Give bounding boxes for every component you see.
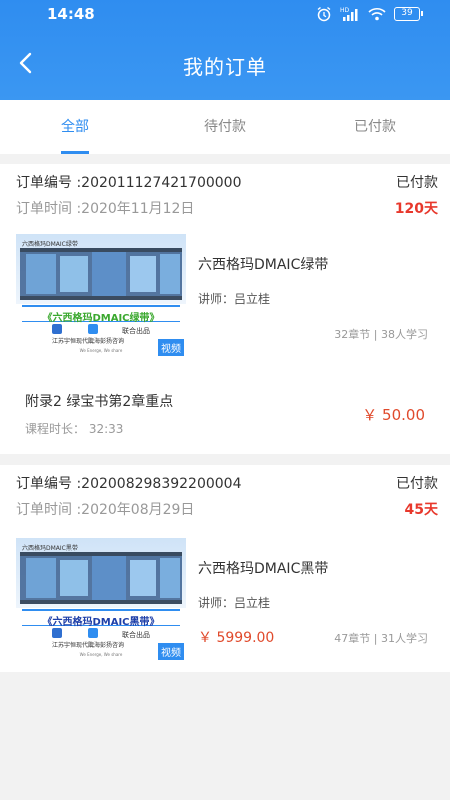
- order-days: 120天: [394, 201, 438, 217]
- thumbnail-logo-2: 上海彭扬咨询: [88, 642, 125, 649]
- status-bar: 14:48 HD 39: [0, 0, 450, 30]
- signal-icon: HD: [340, 6, 360, 22]
- status-icons: HD 39: [316, 6, 423, 22]
- tab-all[interactable]: 全部: [0, 100, 150, 154]
- course-thumbnail[interactable]: 六西格玛DMAIC黑带 《六西格玛DMAIC黑带》 江苏宇恒现代院 上海彭扬咨询…: [16, 538, 186, 662]
- thumbnail-brand: 《六西格玛DMAIC黑带》: [42, 617, 160, 628]
- order-number: 订单编号 :202011127421700000: [16, 175, 242, 191]
- alarm-icon: [316, 6, 332, 22]
- tab-pending-payment[interactable]: 待付款: [150, 100, 300, 154]
- lecturer: 讲师：吕立桂: [198, 292, 271, 306]
- order-days: 45天: [404, 502, 438, 518]
- order-status: 已付款: [396, 175, 438, 191]
- network-label: HD: [340, 7, 350, 14]
- order-status: 已付款: [396, 476, 438, 492]
- order-card[interactable]: 订单编号 :202008298392200004 已付款 订单时间 :2020年…: [0, 465, 450, 672]
- course-stats: 32章节 | 38人学习: [334, 328, 428, 341]
- battery-icon: 39: [394, 7, 423, 21]
- thumbnail-logo-2: 上海彭扬咨询: [88, 338, 125, 345]
- chapter-duration: 课程时长： 32:33: [25, 422, 124, 436]
- status-time: 14:48: [47, 5, 95, 23]
- order-number: 订单编号 :202008298392200004: [16, 476, 242, 492]
- order-time: 订单时间 :2020年08月29日: [16, 502, 195, 518]
- course-name[interactable]: 六西格玛DMAIC绿带: [198, 254, 328, 274]
- course-stats: 47章节 | 31人学习: [334, 632, 428, 645]
- video-badge: 视频: [158, 339, 184, 356]
- order-card[interactable]: 订单编号 :202011127421700000 已付款 订单时间 :2020年…: [0, 164, 450, 454]
- app-header: 14:48 HD 39 我的订单: [0, 0, 450, 100]
- course-price: ￥ 5999.00: [198, 630, 275, 646]
- chapter-price: ￥ 50.00: [362, 406, 425, 424]
- thumbnail-joint: 联合出品: [122, 631, 150, 639]
- tab-paid[interactable]: 已付款: [300, 100, 450, 154]
- thumbnail-joint: 联合出品: [122, 327, 150, 335]
- wifi-icon: [368, 7, 386, 21]
- thumbnail-title: 六西格玛DMAIC黑带: [22, 545, 78, 552]
- thumbnail-title: 六西格玛DMAIC绿带: [22, 241, 78, 248]
- chapter-title[interactable]: 附录2 绿宝书第2章重点: [25, 391, 173, 411]
- lecturer: 讲师：吕立桂: [198, 596, 271, 610]
- course-name[interactable]: 六西格玛DMAIC黑带: [198, 558, 328, 578]
- order-time: 订单时间 :2020年11月12日: [16, 201, 195, 217]
- order-tabs: 全部 待付款 已付款: [0, 100, 450, 154]
- video-badge: 视频: [158, 643, 184, 660]
- course-thumbnail[interactable]: 六西格玛DMAIC绿带 《六西格玛DMAIC绿带》 江苏宇恒现代院 上海彭扬咨询…: [16, 234, 186, 358]
- page-title: 我的订单: [183, 55, 267, 79]
- thumbnail-brand: 《六西格玛DMAIC绿带》: [42, 313, 160, 324]
